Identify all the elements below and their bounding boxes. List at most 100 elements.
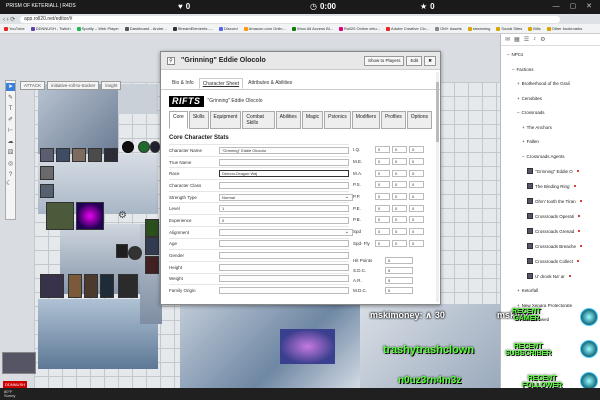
art-icon[interactable]: ▦: [514, 36, 520, 43]
sheet-tab[interactable]: Magic: [301, 111, 324, 129]
token[interactable]: [145, 219, 159, 237]
token[interactable]: [104, 148, 118, 162]
window-controls[interactable]: — ▢ ✕: [553, 2, 596, 10]
token[interactable]: [40, 166, 54, 180]
expand-icon[interactable]: –: [507, 52, 510, 57]
attribute-input[interactable]: 0: [375, 181, 390, 189]
journal-item[interactable]: Crossroads Operati: [527, 213, 581, 219]
expand-icon[interactable]: –: [512, 67, 515, 72]
stat-input[interactable]: 0: [219, 216, 349, 224]
token[interactable]: [118, 274, 138, 298]
stat-input[interactable]: [219, 240, 349, 248]
stat-input[interactable]: [219, 181, 349, 189]
token[interactable]: [145, 237, 159, 255]
stat-input[interactable]: Demon-Dragon Wa|: [219, 170, 349, 178]
journal-item[interactable]: "Grinning" Eddie O: [527, 168, 579, 174]
hp-input[interactable]: 0: [385, 256, 413, 264]
token[interactable]: [76, 202, 104, 230]
dialog-tab[interactable]: Attributes & Abilities: [245, 78, 295, 89]
gear-icon[interactable]: ⚙: [118, 210, 127, 221]
expand-icon[interactable]: +: [522, 125, 525, 130]
token[interactable]: [84, 274, 98, 298]
token[interactable]: [145, 256, 159, 274]
token[interactable]: [72, 148, 86, 162]
token[interactable]: [68, 274, 82, 298]
expand-icon[interactable]: +: [517, 81, 520, 86]
show-to-players-button[interactable]: Show to Players: [363, 56, 405, 66]
attribute-input[interactable]: 0: [409, 169, 424, 177]
sheet-tab[interactable]: Psionics: [324, 111, 351, 129]
attribute-input[interactable]: 0: [375, 146, 390, 154]
stat-input[interactable]: 1: [219, 205, 349, 213]
attribute-input[interactable]: 0: [375, 216, 390, 224]
journal-item[interactable]: – NPCs: [507, 52, 523, 57]
attribute-input[interactable]: 0: [409, 146, 424, 154]
attribute-input[interactable]: 0: [392, 204, 407, 212]
token[interactable]: [40, 184, 54, 198]
select-tool-icon[interactable]: ➤: [6, 83, 15, 91]
journal-item[interactable]: + Cenobites: [517, 96, 542, 101]
text-tool-icon[interactable]: T: [9, 105, 13, 113]
bookmark-item[interactable]: Dashboard - Andre...: [124, 26, 167, 31]
attribute-input[interactable]: 0: [392, 169, 407, 177]
attribute-input[interactable]: 0: [392, 181, 407, 189]
token[interactable]: [100, 274, 114, 298]
token[interactable]: [138, 141, 150, 153]
stat-input[interactable]: Normal: [219, 193, 353, 201]
macro-initiative[interactable]: initiative-roll-to-tracker: [47, 81, 100, 90]
attribute-input[interactable]: 0: [392, 228, 407, 236]
token[interactable]: [40, 274, 64, 298]
attribute-input[interactable]: 0: [375, 169, 390, 177]
expand-icon[interactable]: +: [517, 96, 520, 101]
macro-attack[interactable]: ATTACK: [20, 81, 46, 90]
bookmark-item[interactable]: Social Sites: [496, 26, 522, 31]
expand-icon[interactable]: +: [517, 288, 520, 293]
bookmark-item[interactable]: Roll20 Online virtu...: [339, 26, 380, 31]
bookmark-item[interactable]: OM+ Assets: [435, 26, 462, 31]
attribute-input[interactable]: 0: [392, 239, 407, 247]
target-tool-icon[interactable]: ◎: [8, 160, 13, 168]
token[interactable]: [56, 148, 70, 162]
attribute-input[interactable]: 0: [409, 228, 424, 236]
attribute-input[interactable]: 0: [409, 158, 424, 166]
bookmark-item[interactable]: Adobe Creative Clo...: [386, 26, 429, 31]
hp-input[interactable]: 0: [385, 286, 413, 294]
help-tool-icon[interactable]: ?: [9, 171, 12, 179]
sheet-tab[interactable]: Options: [406, 111, 432, 129]
link-icon[interactable]: ⚲: [167, 57, 175, 65]
expand-icon[interactable]: –: [522, 154, 525, 159]
token[interactable]: [150, 141, 160, 153]
bookmark-item[interactable]: Amazon.com Onlin...: [243, 26, 286, 31]
attribute-input[interactable]: 0: [392, 193, 407, 201]
macro-knight[interactable]: knight: [101, 81, 122, 90]
sheet-tab[interactable]: Profiles: [381, 111, 406, 129]
dialog-tab[interactable]: Bio & Info: [169, 78, 197, 89]
journal-icon[interactable]: ☰: [524, 36, 529, 43]
attribute-input[interactable]: 0: [392, 216, 407, 224]
stat-input[interactable]: [219, 228, 353, 236]
stat-input[interactable]: [219, 287, 349, 295]
stat-input[interactable]: [219, 275, 349, 283]
attribute-input[interactable]: 0: [409, 181, 424, 189]
bookmark-item[interactable]: YouTube: [4, 26, 25, 31]
dice-tool-icon[interactable]: ⚄: [8, 149, 13, 157]
fog-tool-icon[interactable]: ☁: [8, 138, 14, 146]
bookmark-item[interactable]: Discord: [219, 26, 238, 31]
attribute-input[interactable]: 0: [409, 216, 424, 224]
settings-icon[interactable]: ⚙: [540, 36, 545, 43]
bookmark-item[interactable]: Other bookmarks: [546, 26, 582, 31]
stat-input[interactable]: [219, 252, 349, 260]
edit-button[interactable]: Edit: [406, 56, 423, 66]
sheet-tab[interactable]: Equipment: [209, 111, 242, 129]
dialog-tab[interactable]: Character Sheet: [198, 78, 244, 89]
token[interactable]: [116, 244, 128, 258]
dialog-scrollbar[interactable]: [436, 72, 439, 302]
journal-item[interactable]: – Crossroads: [517, 110, 545, 115]
sheet-tab[interactable]: Modifiers: [351, 111, 381, 129]
url-field[interactable]: app.roll20.net/editor/#: [20, 15, 560, 23]
stat-input[interactable]: [219, 158, 349, 166]
attribute-input[interactable]: 0: [409, 204, 424, 212]
journal-item[interactable]: Crossroads Collect: [527, 258, 580, 264]
bookmark-item[interactable]: streaming: [467, 26, 490, 31]
expand-icon[interactable]: –: [517, 110, 520, 115]
